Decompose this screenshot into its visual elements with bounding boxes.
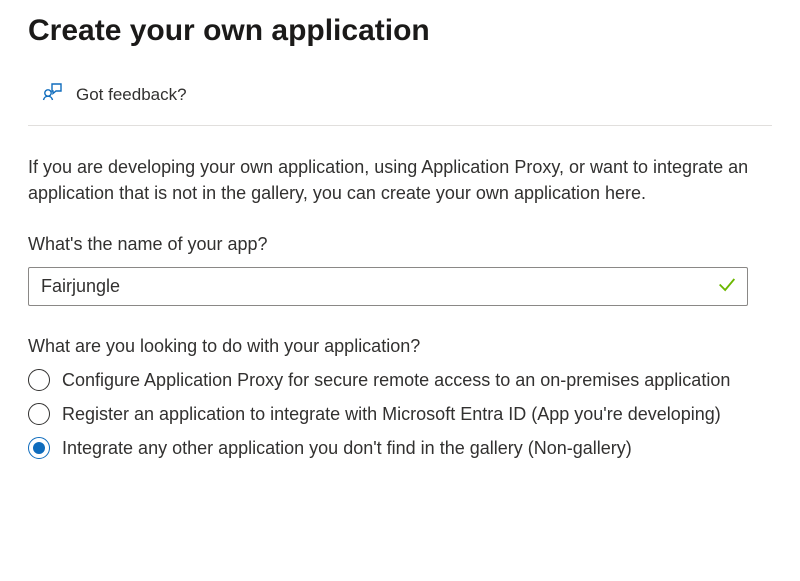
radio-option-register-app[interactable]: Register an application to integrate wit…	[28, 403, 772, 425]
radio-option-non-gallery[interactable]: Integrate any other application you don'…	[28, 437, 772, 459]
feedback-link[interactable]: Got feedback?	[28, 80, 772, 126]
description-text: If you are developing your own applicati…	[28, 154, 772, 206]
radio-label: Register an application to integrate wit…	[62, 404, 721, 425]
radio-icon	[28, 437, 50, 459]
purpose-radio-group: Configure Application Proxy for secure r…	[28, 369, 772, 459]
radio-icon	[28, 403, 50, 425]
radio-label: Integrate any other application you don'…	[62, 438, 632, 459]
page-title: Create your own application	[28, 14, 772, 48]
feedback-icon	[40, 80, 64, 109]
radio-label: Configure Application Proxy for secure r…	[62, 370, 730, 391]
app-name-input[interactable]	[28, 267, 748, 306]
feedback-label: Got feedback?	[76, 85, 187, 105]
checkmark-icon	[716, 273, 738, 300]
radio-option-app-proxy[interactable]: Configure Application Proxy for secure r…	[28, 369, 772, 391]
purpose-label: What are you looking to do with your app…	[28, 336, 772, 357]
app-name-label: What's the name of your app?	[28, 234, 772, 255]
radio-icon	[28, 369, 50, 391]
